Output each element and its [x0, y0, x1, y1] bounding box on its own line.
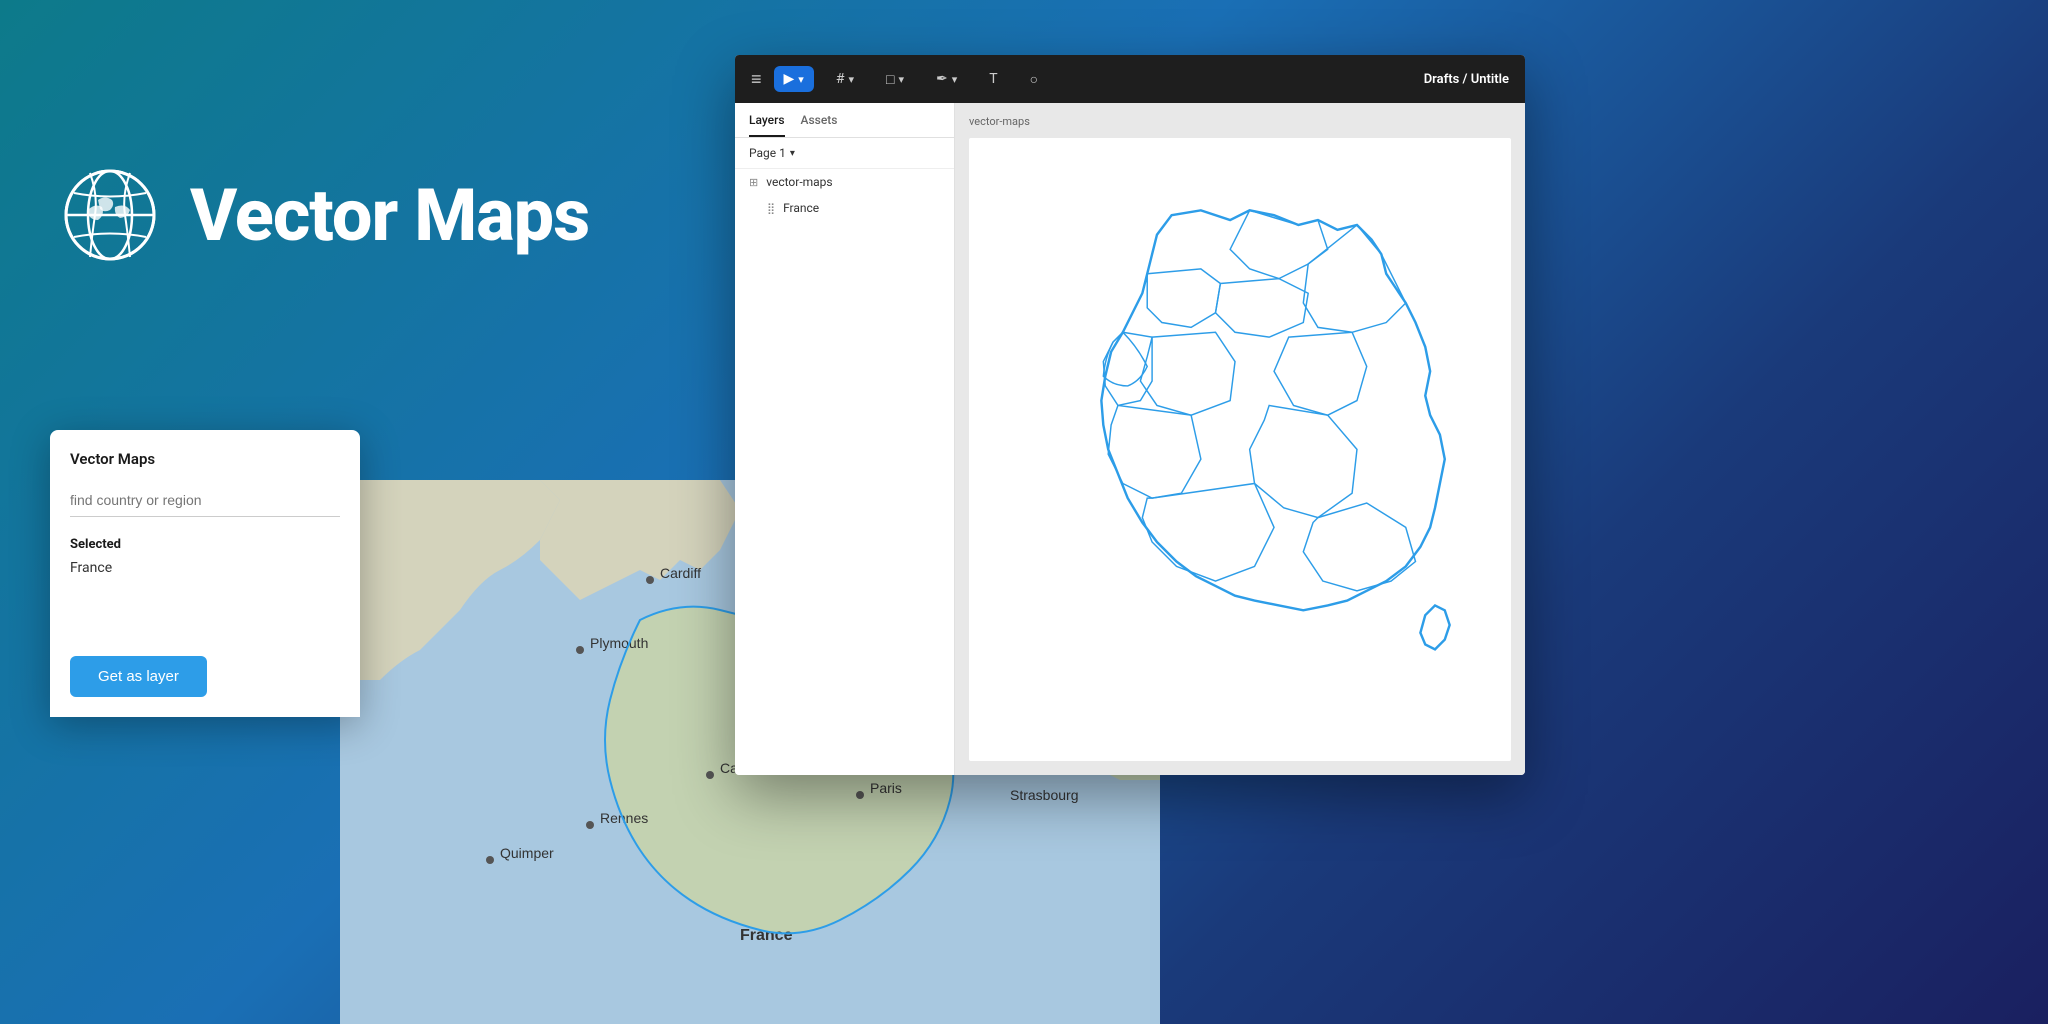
svg-text:France: France: [740, 927, 793, 944]
globe-icon: [60, 165, 160, 265]
svg-text:Quimper: Quimper: [500, 845, 554, 861]
selected-label: Selected: [70, 537, 340, 552]
sidebar-tabs: Layers Assets: [735, 103, 954, 138]
breadcrumb: Drafts / Untitle: [1424, 72, 1509, 87]
frame-content: [969, 138, 1511, 761]
plugin-panel: Vector Maps Selected France Get as layer: [50, 430, 360, 717]
figma-titlebar: ≡ ▶ ▾ # ▾ □ ▾ ✒ ▾ T ○ Drafts / Untitle: [735, 55, 1525, 103]
comment-tool-icon: ○: [1030, 71, 1038, 88]
frame-label: vector-maps: [969, 115, 1030, 128]
pen-tool-icon: ✒: [936, 71, 948, 87]
comment-tool[interactable]: ○: [1020, 66, 1048, 93]
layer-name-vector-maps: vector-maps: [766, 175, 832, 189]
svg-text:Cardiff: Cardiff: [660, 565, 701, 581]
breadcrumb-title: Untitle: [1471, 72, 1509, 87]
frame-tool[interactable]: # ▾: [826, 66, 864, 92]
frame-tool-icon: #: [836, 71, 845, 87]
figma-body: Layers Assets Page 1 ▾ ⊞ vector-maps ⣿ F…: [735, 103, 1525, 775]
hero-title: Vector Maps: [190, 173, 589, 258]
text-tool[interactable]: T: [979, 66, 1007, 92]
figma-sidebar: Layers Assets Page 1 ▾ ⊞ vector-maps ⣿ F…: [735, 103, 955, 775]
tab-assets[interactable]: Assets: [801, 113, 838, 137]
layer-item-vector-maps[interactable]: ⊞ vector-maps: [735, 169, 954, 195]
svg-text:Paris: Paris: [870, 780, 902, 796]
select-arrow-icon: ▶: [784, 71, 795, 87]
page-name: Page 1: [749, 146, 786, 160]
component-layer-icon: ⣿: [767, 202, 775, 215]
tab-layers[interactable]: Layers: [749, 113, 785, 137]
text-tool-icon: T: [989, 71, 997, 87]
france-outline-map: [996, 169, 1484, 730]
figma-canvas: vector-maps: [955, 103, 1525, 775]
layer-name-france: France: [783, 201, 819, 215]
selected-country: France: [70, 560, 340, 576]
hamburger-icon[interactable]: ≡: [751, 69, 762, 90]
breadcrumb-prefix: Drafts /: [1424, 72, 1471, 87]
get-as-layer-button[interactable]: Get as layer: [70, 656, 207, 697]
shape-tool-icon: □: [886, 71, 894, 88]
shape-tool[interactable]: □ ▾: [876, 66, 914, 93]
page-chevron-icon: ▾: [790, 148, 795, 159]
pen-tool[interactable]: ✒ ▾: [926, 66, 967, 92]
svg-text:Strasbourg: Strasbourg: [1010, 787, 1078, 803]
search-input[interactable]: [70, 484, 340, 517]
frame-layer-icon: ⊞: [749, 176, 758, 189]
figma-window: ≡ ▶ ▾ # ▾ □ ▾ ✒ ▾ T ○ Drafts / Untitle: [735, 55, 1525, 775]
hero-section: Vector Maps: [0, 0, 740, 430]
select-tool-active[interactable]: ▶ ▾: [774, 66, 814, 92]
hero-content: Vector Maps: [60, 165, 589, 265]
page-selector[interactable]: Page 1 ▾: [735, 138, 954, 169]
svg-text:Plymouth: Plymouth: [590, 635, 648, 651]
layer-item-france[interactable]: ⣿ France: [735, 195, 954, 221]
plugin-panel-title: Vector Maps: [70, 450, 340, 468]
